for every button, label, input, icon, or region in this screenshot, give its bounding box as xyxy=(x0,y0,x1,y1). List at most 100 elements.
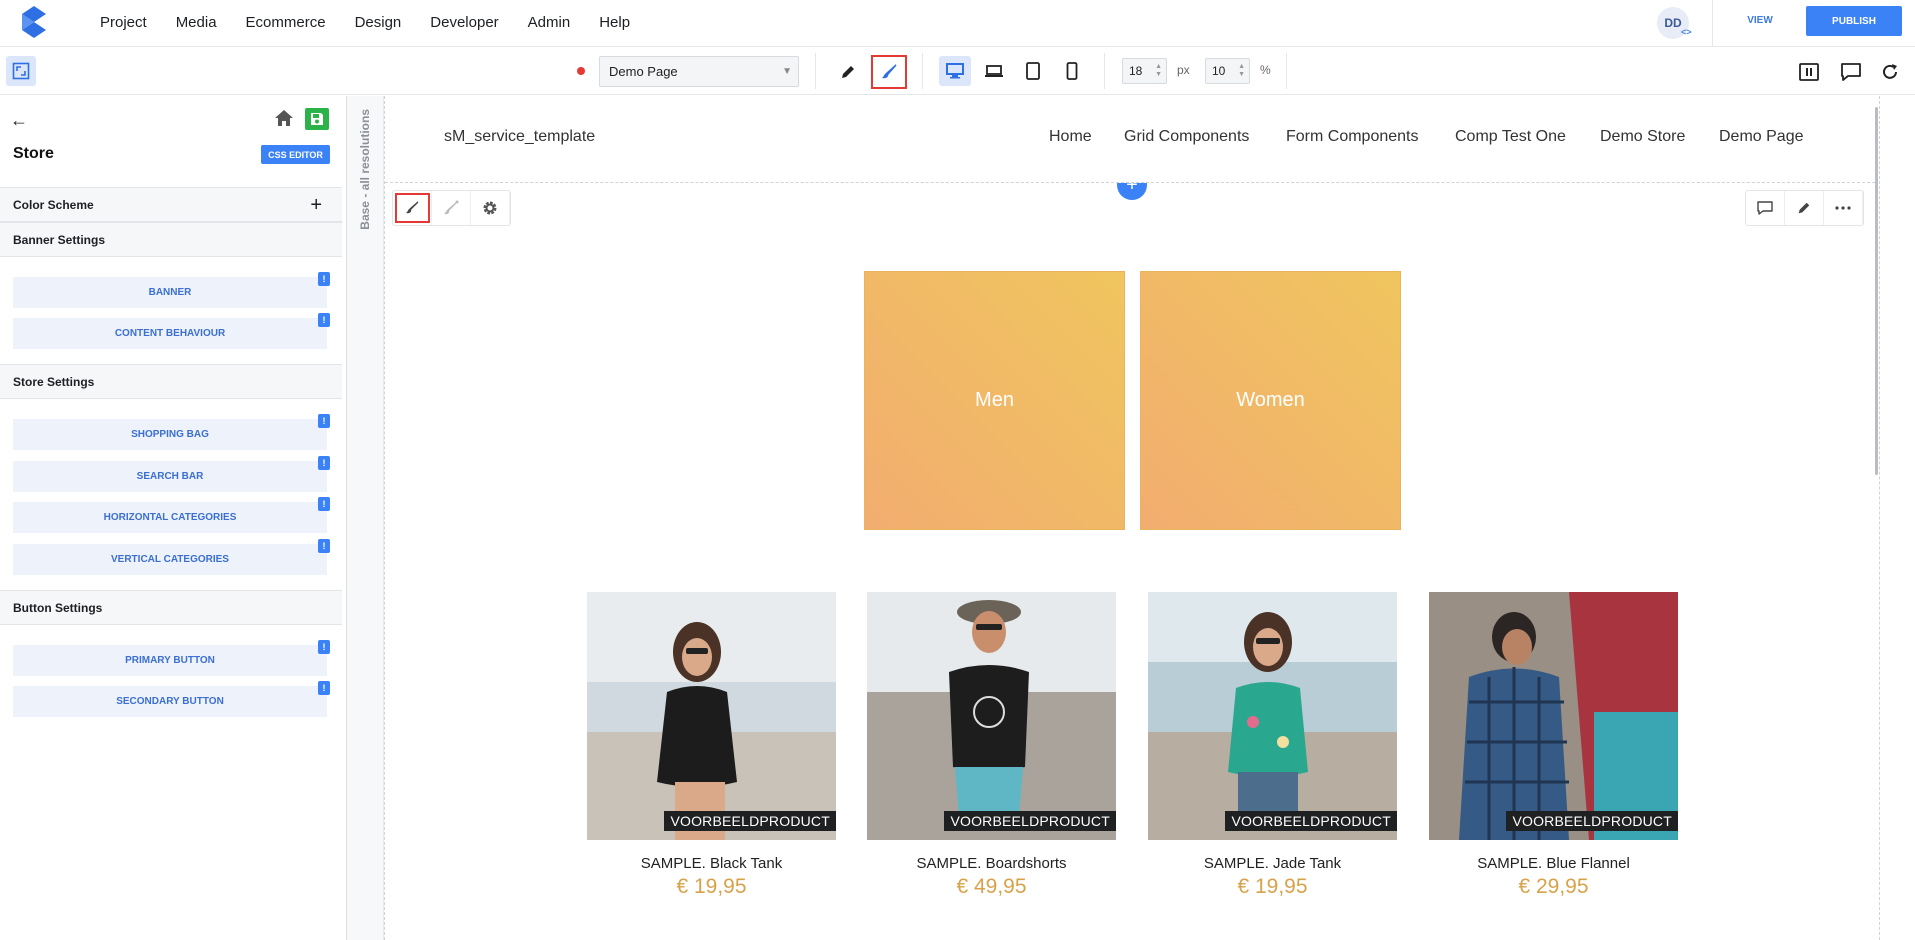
alert-badge: ! xyxy=(318,456,330,470)
home-icon[interactable] xyxy=(273,108,295,128)
block-toolbar-right xyxy=(1745,190,1864,226)
pause-button[interactable] xyxy=(1795,58,1823,86)
tablet-icon xyxy=(1026,62,1040,80)
percent-unit: % xyxy=(1260,63,1271,77)
nav-design[interactable]: Design xyxy=(355,14,402,31)
section-button-settings: Button Settings xyxy=(0,590,342,625)
divider xyxy=(1712,0,1713,46)
divider xyxy=(922,53,923,89)
sidebar-item-horizontal-categories[interactable]: HORIZONTAL CATEGORIES xyxy=(13,502,327,533)
alert-badge: ! xyxy=(318,539,330,553)
brush-disabled-icon xyxy=(444,200,459,215)
chevron-down-icon: ▼ xyxy=(782,66,792,77)
size-input[interactable]: 18 ▲ ▼ xyxy=(1122,58,1167,84)
save-button[interactable] xyxy=(305,108,329,130)
block-more-button[interactable] xyxy=(1824,191,1863,225)
nav-project[interactable]: Project xyxy=(100,14,147,31)
plus-icon[interactable]: + xyxy=(310,188,322,222)
site-nav-home[interactable]: Home xyxy=(1049,128,1092,146)
product-card[interactable]: VOORBEELDPRODUCT SAMPLE. Boardshorts € 4… xyxy=(867,592,1116,899)
desktop-view-button[interactable] xyxy=(939,56,971,86)
product-card[interactable]: VOORBEELDPRODUCT SAMPLE. Blue Flannel € … xyxy=(1429,592,1678,899)
view-button[interactable]: VIEW xyxy=(1737,15,1783,26)
section-color-scheme[interactable]: Color Scheme + xyxy=(0,187,342,222)
stepper-icon[interactable]: ▲ ▼ xyxy=(1155,63,1162,79)
nav-media[interactable]: Media xyxy=(176,14,217,31)
sidebar-item-shopping-bag[interactable]: SHOPPING BAG xyxy=(13,419,327,450)
section-store-settings: Store Settings xyxy=(0,364,342,399)
block-toolbar-left xyxy=(392,190,511,226)
sidebar-item-vertical-categories[interactable]: VERTICAL CATEGORIES xyxy=(13,544,327,575)
sidebar-item-secondary-button[interactable]: SECONDARY BUTTON xyxy=(13,686,327,717)
expand-view-button[interactable] xyxy=(6,56,36,86)
nav-developer[interactable]: Developer xyxy=(430,14,498,31)
alert-badge: ! xyxy=(318,272,330,286)
section-banner-settings: Banner Settings xyxy=(0,222,342,257)
app-logo-icon[interactable] xyxy=(16,4,52,42)
divider xyxy=(815,53,816,89)
site-nav-demo-store[interactable]: Demo Store xyxy=(1600,128,1685,146)
product-image[interactable]: VOORBEELDPRODUCT xyxy=(867,592,1116,840)
product-price: € 29,95 xyxy=(1518,875,1589,898)
section-label: Color Scheme xyxy=(13,198,94,212)
brush-icon xyxy=(882,64,897,79)
product-badge: VOORBEELDPRODUCT xyxy=(1225,811,1397,831)
page-select[interactable]: Demo Page ▼ xyxy=(599,56,799,87)
mobile-view-button[interactable] xyxy=(1056,56,1088,86)
site-nav-demo-page[interactable]: Demo Page xyxy=(1719,128,1804,146)
mobile-icon xyxy=(1066,62,1078,80)
category-tile-women[interactable]: Women xyxy=(1140,271,1401,530)
resolution-label: Base - all resolutions xyxy=(358,109,372,230)
edit-pen-button[interactable] xyxy=(834,58,862,86)
pencil-icon xyxy=(842,66,854,78)
scrollbar[interactable] xyxy=(1875,107,1878,475)
site-nav-comp-test-one[interactable]: Comp Test One xyxy=(1455,128,1566,146)
block-comment-button[interactable] xyxy=(1746,191,1785,225)
product-name[interactable]: SAMPLE. Black Tank xyxy=(587,855,836,872)
sidebar-item-search-bar[interactable]: SEARCH BAR xyxy=(13,461,327,492)
resolution-label-column: Base - all resolutions xyxy=(347,96,384,940)
nav-ecommerce[interactable]: Ecommerce xyxy=(246,14,326,31)
percent-input[interactable]: 10 ▲ ▼ xyxy=(1205,58,1250,84)
css-editor-button[interactable]: CSS EDITOR xyxy=(261,145,330,164)
product-image[interactable]: VOORBEELDPRODUCT xyxy=(1429,592,1678,840)
gear-icon xyxy=(483,201,497,215)
product-card[interactable]: VOORBEELDPRODUCT SAMPLE. Jade Tank € 19,… xyxy=(1148,592,1397,899)
settings-sidebar: ← Store CSS EDITOR Color Scheme + Banner… xyxy=(0,96,347,940)
back-arrow-icon[interactable]: ← xyxy=(10,110,28,131)
sidebar-item-content-behaviour[interactable]: CONTENT BEHAVIOUR xyxy=(13,318,327,349)
site-nav-grid-components[interactable]: Grid Components xyxy=(1124,128,1249,146)
publish-button[interactable]: PUBLISH xyxy=(1806,6,1902,36)
brush-icon xyxy=(406,201,419,214)
product-image[interactable]: VOORBEELDPRODUCT xyxy=(587,592,836,840)
style-brush-button[interactable] xyxy=(871,55,907,89)
product-name[interactable]: SAMPLE. Blue Flannel xyxy=(1429,855,1678,872)
expand-icon xyxy=(12,62,30,80)
product-card[interactable]: VOORBEELDPRODUCT SAMPLE. Black Tank € 19… xyxy=(587,592,836,899)
product-name[interactable]: SAMPLE. Jade Tank xyxy=(1148,855,1397,872)
block-edit-button[interactable] xyxy=(1785,191,1824,225)
alert-badge: ! xyxy=(318,313,330,327)
stepper-icon[interactable]: ▲ ▼ xyxy=(1238,63,1245,79)
laptop-view-button[interactable] xyxy=(978,56,1010,86)
nav-help[interactable]: Help xyxy=(599,14,630,31)
refresh-button[interactable] xyxy=(1876,58,1904,86)
tablet-view-button[interactable] xyxy=(1017,56,1049,86)
nav-admin[interactable]: Admin xyxy=(528,14,571,31)
block-settings-button[interactable] xyxy=(471,191,510,225)
site-nav-form-components[interactable]: Form Components xyxy=(1286,128,1419,146)
alert-badge: ! xyxy=(318,497,330,511)
pause-icon xyxy=(1799,63,1819,81)
block-style-button[interactable] xyxy=(393,191,432,225)
product-name[interactable]: SAMPLE. Boardshorts xyxy=(867,855,1116,872)
sidebar-item-primary-button[interactable]: PRIMARY BUTTON xyxy=(13,645,327,676)
pencil-icon xyxy=(1798,202,1810,214)
block-style-disabled-button[interactable] xyxy=(432,191,471,225)
sidebar-item-banner[interactable]: BANNER xyxy=(13,277,327,308)
comments-button[interactable] xyxy=(1837,58,1865,86)
category-tile-men[interactable]: Men xyxy=(864,271,1125,530)
more-icon xyxy=(1835,206,1851,210)
site-name[interactable]: sM_service_template xyxy=(444,128,595,146)
product-badge: VOORBEELDPRODUCT xyxy=(664,811,836,831)
product-image[interactable]: VOORBEELDPRODUCT xyxy=(1148,592,1397,840)
